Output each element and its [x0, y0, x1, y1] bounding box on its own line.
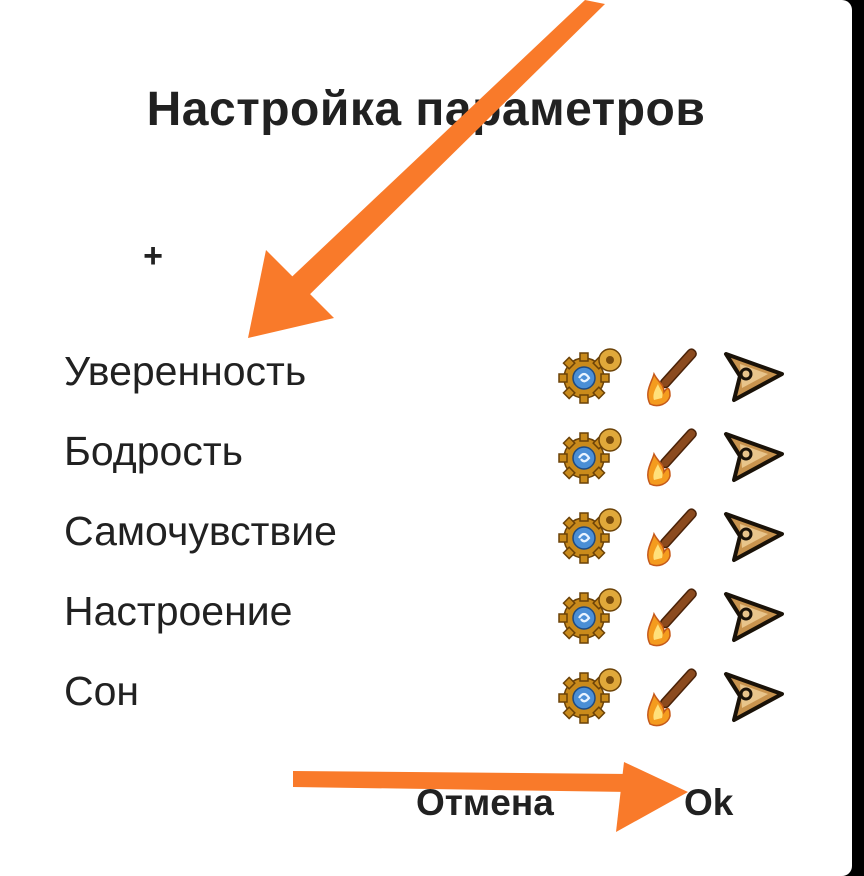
parameter-row: Сон	[0, 660, 852, 730]
parameter-actions	[556, 660, 796, 730]
settings-gear-icon[interactable]	[556, 500, 628, 570]
arrow-next-icon[interactable]	[720, 340, 792, 410]
parameter-row: Настроение	[0, 580, 852, 650]
parameter-actions	[556, 340, 796, 410]
ok-button[interactable]: Ok	[684, 782, 733, 824]
torch-edit-icon[interactable]	[640, 340, 712, 410]
torch-edit-icon[interactable]	[640, 500, 712, 570]
parameter-label: Бодрость	[64, 428, 243, 474]
parameter-row: Бодрость	[0, 420, 852, 490]
parameter-label: Настроение	[64, 588, 293, 634]
dialog-title: Настройка параметров	[146, 83, 706, 136]
parameter-label: Самочувствие	[64, 508, 337, 554]
settings-gear-icon[interactable]	[556, 580, 628, 650]
arrow-next-icon[interactable]	[720, 660, 792, 730]
torch-edit-icon[interactable]	[640, 580, 712, 650]
settings-dialog: Настройка параметров + Уверенность Бодро…	[0, 0, 852, 876]
parameter-label: Уверенность	[64, 348, 307, 394]
parameter-row: Самочувствие	[0, 500, 852, 570]
arrow-next-icon[interactable]	[720, 500, 792, 570]
torch-edit-icon[interactable]	[640, 420, 712, 490]
parameter-row: Уверенность	[0, 340, 852, 410]
parameter-actions	[556, 420, 796, 490]
settings-gear-icon[interactable]	[556, 340, 628, 410]
torch-edit-icon[interactable]	[640, 660, 712, 730]
settings-gear-icon[interactable]	[556, 420, 628, 490]
arrow-next-icon[interactable]	[720, 420, 792, 490]
parameter-actions	[556, 500, 796, 570]
arrow-next-icon[interactable]	[720, 580, 792, 650]
parameter-label: Сон	[64, 668, 140, 714]
settings-gear-icon[interactable]	[556, 660, 628, 730]
cancel-button[interactable]: Отмена	[416, 782, 554, 824]
add-parameter-button[interactable]: +	[136, 236, 170, 276]
parameter-actions	[556, 580, 796, 650]
